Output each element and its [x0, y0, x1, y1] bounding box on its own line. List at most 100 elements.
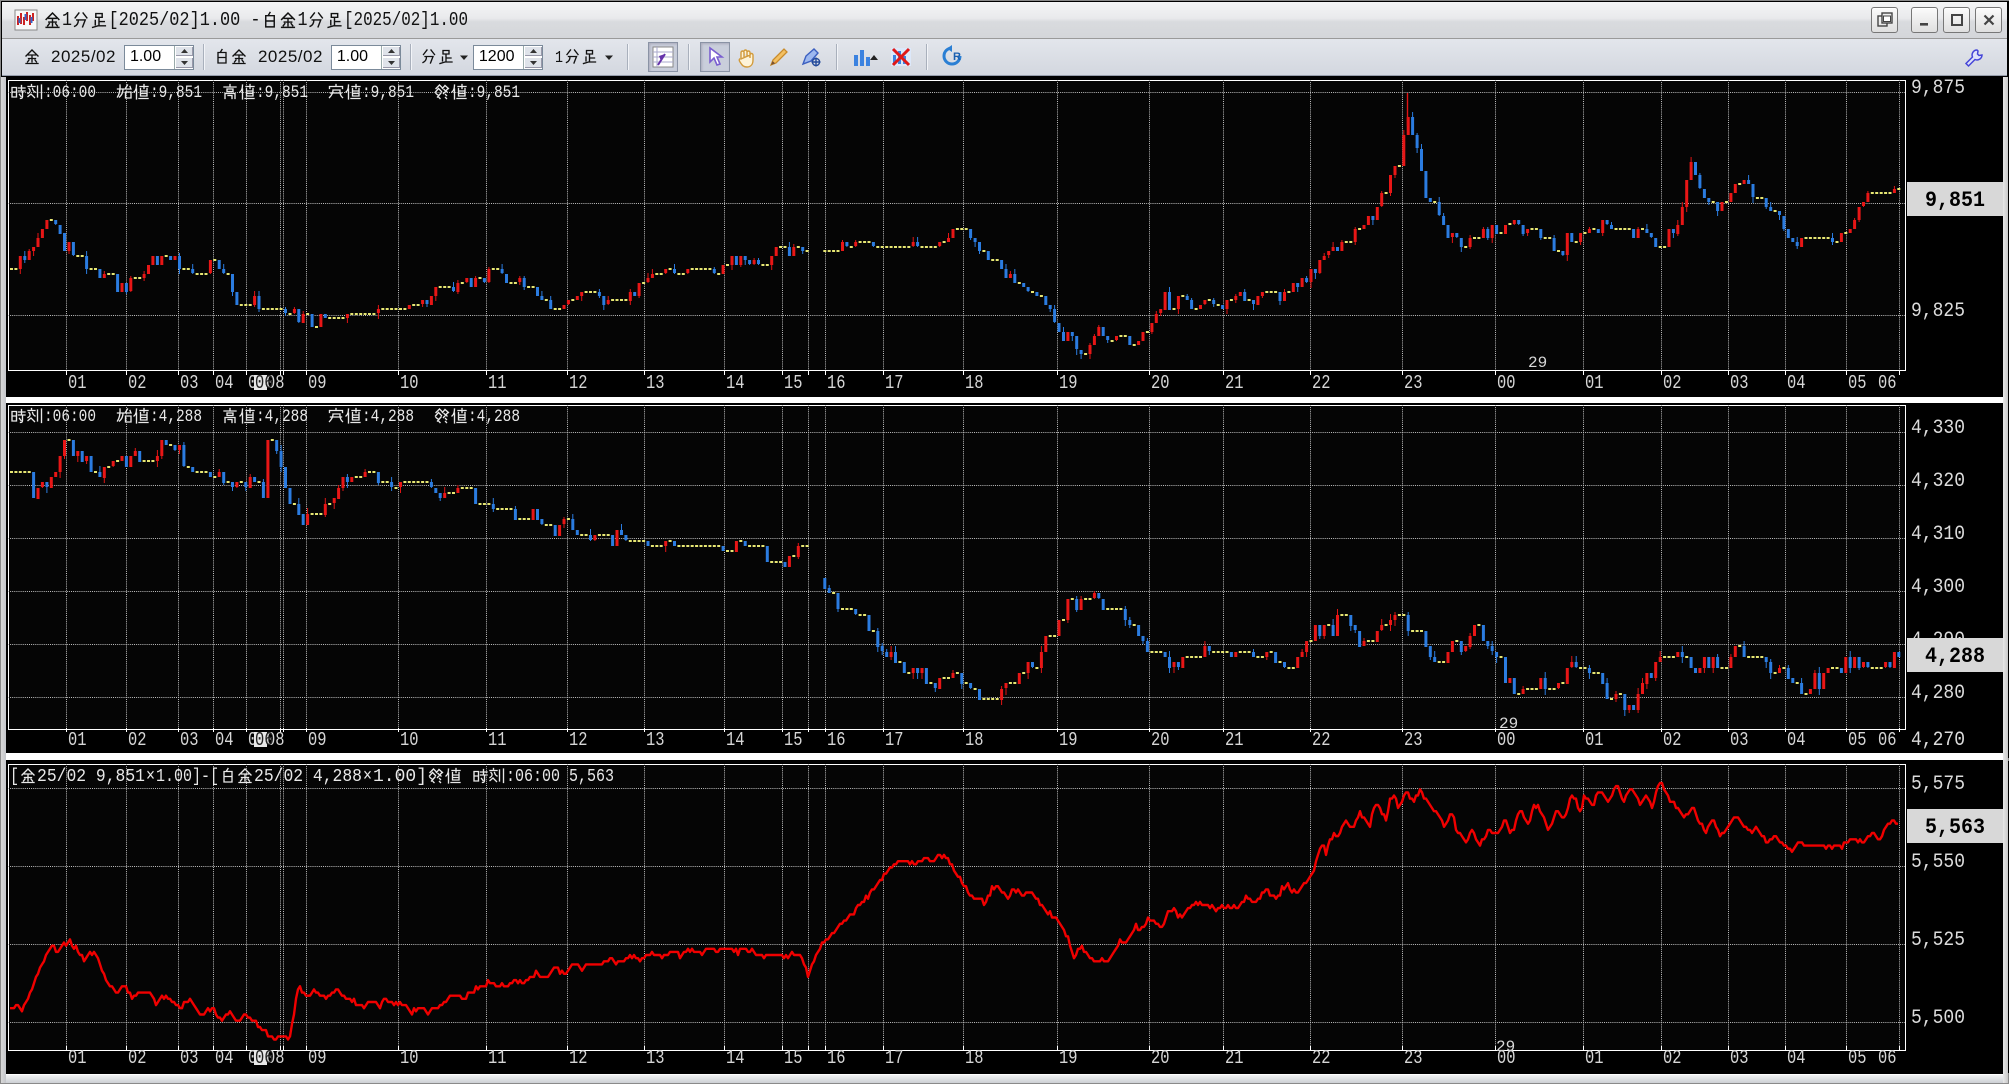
svg-text:04: 04 [1787, 1047, 1806, 1069]
svg-text:1: 1 [298, 9, 308, 31]
svg-text:21: 21 [1225, 729, 1244, 751]
svg-text:03: 03 [180, 1047, 199, 1069]
svg-text:02: 02 [1663, 372, 1682, 394]
svg-text:09: 09 [308, 372, 327, 394]
svg-text:23: 23 [1404, 372, 1423, 394]
svg-text:1: 1 [62, 9, 72, 31]
svg-text:20: 20 [1151, 1047, 1170, 1069]
svg-text:16: 16 [827, 372, 846, 394]
svg-text:18: 18 [965, 372, 984, 394]
svg-text:17: 17 [885, 729, 904, 751]
svg-text:01: 01 [1585, 729, 1604, 751]
svg-text:18: 18 [965, 729, 984, 751]
svg-text::06:00: :06:00 [44, 83, 96, 103]
svg-text:4,310: 4,310 [1911, 523, 1965, 546]
svg-text:10: 10 [400, 372, 419, 394]
svg-text:5,575: 5,575 [1911, 773, 1965, 796]
svg-text:9,825: 9,825 [1911, 300, 1965, 323]
svg-text:11: 11 [488, 1047, 507, 1069]
svg-text:06: 06 [255, 1047, 274, 1069]
svg-text::06:00: :06:00 [44, 407, 96, 427]
svg-text:[: [ [10, 767, 19, 787]
svg-text:05: 05 [1848, 729, 1867, 751]
svg-text:17: 17 [885, 372, 904, 394]
svg-text:01: 01 [68, 1047, 87, 1069]
svg-text:5,500: 5,500 [1911, 1007, 1965, 1030]
svg-text:1: 1 [555, 49, 563, 68]
svg-text:02: 02 [1663, 729, 1682, 751]
svg-text:14: 14 [726, 729, 745, 751]
svg-text:19: 19 [1059, 1047, 1078, 1069]
svg-text:19: 19 [1059, 729, 1078, 751]
svg-text:17: 17 [885, 1047, 904, 1069]
svg-text:06: 06 [1878, 729, 1897, 751]
svg-text:5,550: 5,550 [1911, 851, 1965, 874]
svg-text:03: 03 [180, 729, 199, 751]
svg-text:05: 05 [1848, 1047, 1867, 1069]
svg-text:14: 14 [726, 1047, 745, 1069]
svg-text:15: 15 [784, 1047, 803, 1069]
svg-text:4,300: 4,300 [1911, 576, 1965, 599]
svg-text:13: 13 [646, 729, 665, 751]
svg-text:18: 18 [965, 1047, 984, 1069]
svg-text:×: × [146, 767, 155, 787]
svg-text:03: 03 [1730, 372, 1749, 394]
svg-text::9,851: :9,851 [362, 83, 414, 103]
svg-text:00: 00 [1497, 1047, 1516, 1069]
svg-text:03: 03 [180, 372, 199, 394]
svg-text:15: 15 [784, 729, 803, 751]
svg-text::9,851: :9,851 [256, 83, 308, 103]
svg-text:01: 01 [1585, 1047, 1604, 1069]
svg-text:12: 12 [569, 729, 588, 751]
svg-text:03: 03 [1730, 729, 1749, 751]
svg-text:16: 16 [827, 729, 846, 751]
svg-text:25/02 9,851: 25/02 9,851 [37, 767, 145, 787]
svg-text:10: 10 [400, 1047, 419, 1069]
svg-text:04: 04 [215, 372, 234, 394]
svg-text:20: 20 [1151, 729, 1170, 751]
svg-text:×: × [363, 767, 372, 787]
svg-text:04: 04 [215, 1047, 234, 1069]
svg-text:11: 11 [488, 729, 507, 751]
svg-text:29: 29 [1528, 354, 1547, 372]
svg-text:09: 09 [308, 1047, 327, 1069]
svg-text::4,288: :4,288 [256, 407, 308, 427]
svg-text:23: 23 [1404, 729, 1423, 751]
svg-text:20: 20 [1151, 372, 1170, 394]
svg-text:00: 00 [1497, 372, 1516, 394]
svg-text:19: 19 [1059, 372, 1078, 394]
svg-text:4,280: 4,280 [1911, 682, 1965, 705]
svg-text:15: 15 [784, 372, 803, 394]
svg-text:00: 00 [1497, 729, 1516, 751]
svg-text:04: 04 [1787, 372, 1806, 394]
svg-text:22: 22 [1312, 372, 1331, 394]
svg-text:1.00]-[: 1.00]-[ [156, 767, 219, 787]
svg-text::4,288: :4,288 [150, 407, 202, 427]
svg-text:03: 03 [1730, 1047, 1749, 1069]
svg-text:13: 13 [646, 1047, 665, 1069]
svg-text:9,851: 9,851 [1925, 188, 1985, 213]
svg-text:02: 02 [128, 729, 147, 751]
svg-text:[2025/02]1.00 -: [2025/02]1.00 - [109, 9, 261, 31]
svg-text:06: 06 [255, 372, 274, 394]
svg-text:22: 22 [1312, 729, 1331, 751]
svg-text:02: 02 [1663, 1047, 1682, 1069]
svg-text:16: 16 [827, 1047, 846, 1069]
svg-text::06:00 5,563: :06:00 5,563 [506, 767, 614, 787]
svg-text:21: 21 [1225, 1047, 1244, 1069]
svg-text:11: 11 [488, 372, 507, 394]
svg-text:9,875: 9,875 [1911, 77, 1965, 100]
svg-text:05: 05 [1848, 372, 1867, 394]
svg-text:13: 13 [646, 372, 665, 394]
svg-text:25/02 4,288: 25/02 4,288 [254, 767, 362, 787]
svg-text:4,270: 4,270 [1911, 729, 1965, 752]
svg-text:02: 02 [128, 1047, 147, 1069]
svg-text:22: 22 [1312, 1047, 1331, 1069]
svg-text:4,288: 4,288 [1925, 644, 1985, 669]
svg-text:01: 01 [1585, 372, 1604, 394]
svg-text::4,288: :4,288 [362, 407, 414, 427]
svg-text:5,563: 5,563 [1925, 815, 1985, 840]
svg-text:12: 12 [569, 1047, 588, 1069]
svg-text:1.00]: 1.00] [373, 767, 427, 787]
svg-text::4,288: :4,288 [468, 407, 520, 427]
